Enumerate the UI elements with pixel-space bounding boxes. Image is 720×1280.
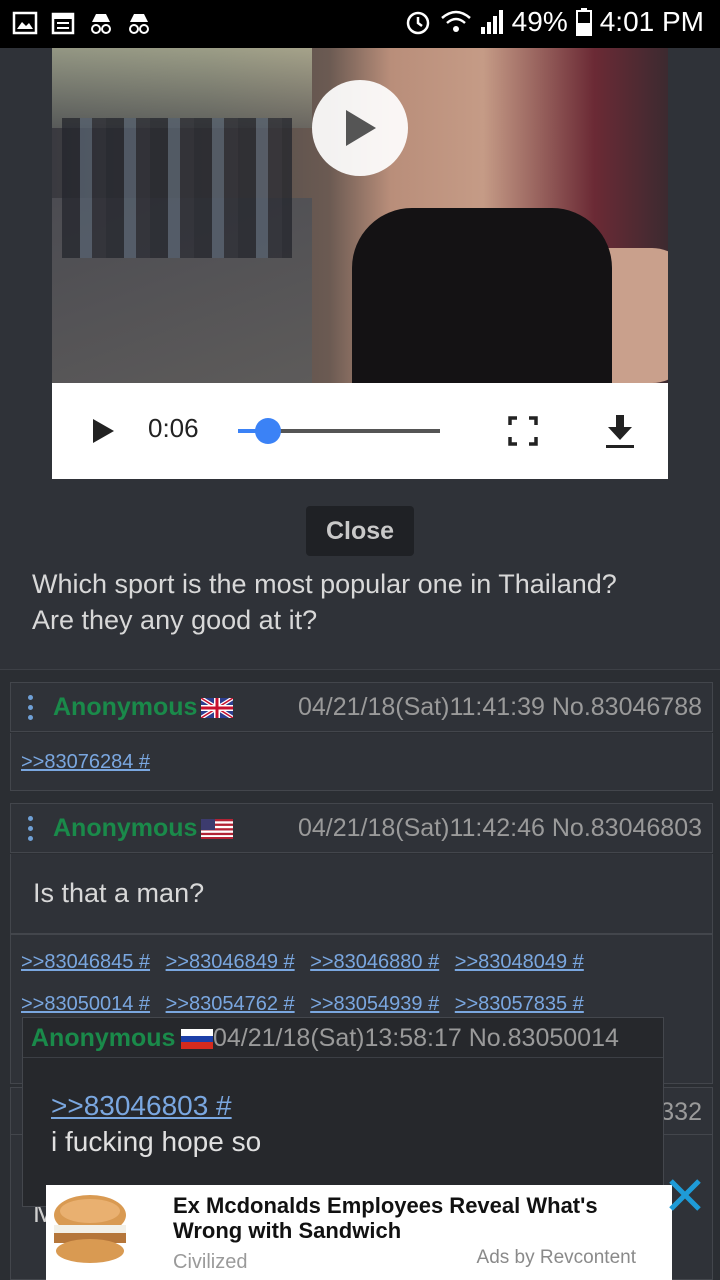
video-player[interactable]: 0:06 [52, 48, 668, 479]
us-flag-icon [201, 819, 233, 839]
close-icon[interactable] [666, 1176, 704, 1214]
seek-knob[interactable] [255, 418, 282, 444]
incognito-icon [129, 14, 149, 34]
post-meta: 04/21/18(Sat)13:58:17 No.83050014 [213, 1024, 619, 1052]
ad-banner[interactable]: Ex Mcdonalds Employees Reveal What's Wro… [46, 1185, 672, 1280]
video-time: 0:06 [148, 413, 199, 443]
reply-links: >>83076284 # [21, 751, 160, 774]
play-icon [346, 110, 376, 146]
uk-flag-icon [201, 698, 233, 718]
op-comment-line: Which sport is the most popular one in T… [32, 569, 617, 599]
status-bar: 49% 4:01 PM [0, 0, 720, 48]
op-post: 0:06 Close Which sport is the most popul… [0, 48, 720, 670]
post-meta: 04/21/18(Sat)11:42:46 No.83046803 [297, 814, 702, 842]
reply-link[interactable]: >>83076284 # [21, 751, 150, 773]
seek-bar[interactable] [238, 418, 440, 444]
post-meta: 04/21/18(Sat)11:41:39 No.83046788 [297, 693, 702, 721]
post-body: Is that a man? [10, 854, 713, 934]
post-header: Anonymous 04/21/18(Sat)11:41:39 No.83046… [10, 682, 713, 732]
post-header: Anonymous 04/21/18(Sat)11:42:46 No.83046… [10, 803, 713, 853]
post-meta: 332 [660, 1098, 702, 1126]
battery-percent: 49% [511, 6, 568, 37]
fullscreen-icon[interactable] [508, 416, 538, 446]
signal-icon [480, 10, 503, 34]
image-icon [12, 11, 38, 35]
calendar-icon [51, 12, 75, 35]
reply-link[interactable]: >>83046849 # [166, 951, 295, 973]
post-menu-icon[interactable] [27, 695, 35, 721]
sandwich-image [54, 1195, 126, 1263]
reply-link[interactable]: >>83057835 # [455, 993, 584, 1015]
post-comment: Is that a man? [33, 878, 205, 908]
op-comment-line: Are they any good at it? [32, 605, 318, 635]
ru-flag-icon [181, 1029, 213, 1049]
popup-comment: i fucking hope so [51, 1126, 262, 1157]
quote-preview-popup: Anonymous 04/21/18(Sat)13:58:17 No.83050… [22, 1017, 664, 1207]
reply-link[interactable]: >>83046880 # [310, 951, 439, 973]
reply-link[interactable]: >>83046845 # [21, 951, 150, 973]
video-controls: 0:06 [52, 383, 668, 479]
wifi-icon [440, 10, 471, 32]
poster-name[interactable]: Anonymous [53, 693, 197, 722]
close-button[interactable]: Close [306, 506, 414, 556]
play-icon[interactable] [88, 416, 118, 446]
poster-name[interactable]: Anonymous [53, 814, 197, 843]
ad-attribution: Ads by Revcontent [476, 1247, 636, 1268]
big-play-button[interactable] [312, 80, 408, 176]
op-comment: Which sport is the most popular one in T… [32, 566, 692, 638]
quote-link[interactable]: >>83046803 # [51, 1090, 232, 1122]
reply-link[interactable]: >>83050014 # [21, 993, 150, 1015]
download-icon[interactable] [604, 413, 636, 449]
reply-links-row: >>83046845 # >>83046849 # >>83046880 # >… [21, 951, 594, 974]
reply-link[interactable]: >>83054939 # [310, 993, 439, 1015]
battery-icon [575, 8, 592, 36]
poster-name: Anonymous [31, 1024, 176, 1052]
ad-source: Civilized [173, 1251, 248, 1273]
video-frame[interactable] [52, 48, 668, 383]
reply-link[interactable]: >>83048049 # [455, 951, 584, 973]
reply-link[interactable]: >>83054762 # [166, 993, 295, 1015]
clock: 4:01 PM [599, 6, 704, 37]
incognito-icon [91, 14, 111, 34]
post-menu-icon[interactable] [27, 816, 35, 842]
post-body: >>83076284 # [10, 733, 713, 791]
popup-header: Anonymous 04/21/18(Sat)13:58:17 No.83050… [23, 1018, 663, 1058]
alarm-icon [406, 11, 429, 35]
reply-links-row: >>83050014 # >>83054762 # >>83054939 # >… [21, 993, 594, 1016]
ad-title[interactable]: Ex Mcdonalds Employees Reveal What's Wro… [173, 1193, 633, 1243]
